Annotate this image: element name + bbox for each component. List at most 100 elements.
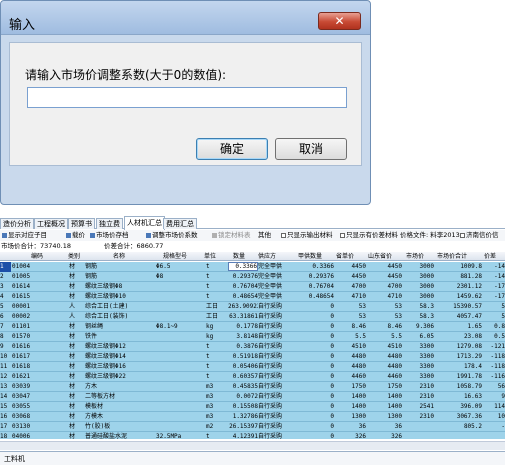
header-market-price[interactable]: 市场价 (406, 252, 424, 261)
header-unit[interactable]: 单位 (204, 252, 216, 261)
cell-code[interactable]: 01004 (12, 262, 50, 272)
cell-total[interactable]: 15390.57 (436, 302, 482, 312)
cell-no[interactable]: 10 (0, 352, 11, 362)
table-row[interactable]: 11 01618 材螺纹三级钢Φ16 t 0.05406 自行采购 0 4480 4480 330… (0, 362, 505, 372)
cell-type[interactable]: 材 (69, 432, 83, 439)
cell-sd[interactable]: 1750 (368, 382, 402, 392)
cell-supplier[interactable]: 完全甲供 (258, 282, 298, 292)
cell-jia[interactable]: 0 (298, 352, 334, 362)
dialog-titlebar[interactable]: 输入 ✕ (1, 1, 370, 35)
cell-name[interactable]: 螺纹三级钢Φ14 (85, 352, 155, 362)
cell-sheng[interactable]: 4710 (336, 292, 366, 302)
cell-diff[interactable]: 9 (486, 392, 505, 402)
cell-market[interactable]: 3000 (402, 262, 434, 272)
cell-market[interactable]: 2310 (402, 412, 434, 422)
cell-diff[interactable]: -118 (486, 362, 505, 372)
cell-qty[interactable]: 0.3876 (228, 342, 258, 352)
cell-jia[interactable]: 0.48654 (298, 292, 334, 302)
cell-diff[interactable]: -14 (486, 262, 505, 272)
cell-total[interactable]: 805.2 (436, 422, 482, 432)
cell-qty[interactable]: 1.32786 (228, 412, 258, 422)
cell-type[interactable]: 材 (69, 322, 83, 332)
cell-sd[interactable]: 4480 (368, 352, 402, 362)
cell-diff[interactable]: -17 (486, 282, 505, 292)
cancel-button[interactable]: 取消 (275, 138, 347, 160)
cell-qty[interactable]: 0.45835 (228, 382, 258, 392)
cell-jia[interactable]: 0 (298, 312, 334, 322)
cell-sd[interactable]: 5.5 (368, 332, 402, 342)
cell-type[interactable]: 材 (69, 422, 83, 432)
cell-name[interactable]: 方木 (85, 382, 155, 392)
cell-code[interactable]: 00001 (12, 302, 50, 312)
other-menu[interactable]: 其他 (258, 230, 271, 241)
cell-jia[interactable]: 0 (298, 382, 334, 392)
cell-supplier[interactable]: 自行采购 (258, 412, 298, 422)
cell-type[interactable]: 材 (69, 262, 83, 272)
cell-diff[interactable]: 5 (486, 312, 505, 322)
header-market-total[interactable]: 市场价合计 (437, 252, 467, 261)
cell-no[interactable]: 6 (0, 312, 11, 322)
cell-total[interactable]: 1991.78 (436, 372, 482, 382)
cell-code[interactable]: 01621 (12, 372, 50, 382)
tab-material-summary[interactable]: 人材机汇总 (124, 216, 165, 230)
cell-diff[interactable]: -14 (486, 272, 505, 282)
header-diff[interactable]: 价差 (484, 252, 496, 261)
header-province-price[interactable]: 省单价 (336, 252, 354, 261)
cell-unit[interactable]: m3 (206, 412, 226, 422)
cell-no[interactable]: 5 (0, 302, 11, 312)
cell-sd[interactable]: 1300 (368, 412, 402, 422)
cell-qty[interactable]: 3.8148 (228, 332, 258, 342)
cell-market[interactable]: 58.3 (402, 302, 434, 312)
cell-total[interactable]: 23.08 (436, 332, 482, 342)
cell-sd[interactable]: 4700 (368, 282, 402, 292)
cell-unit[interactable]: 工日 (206, 312, 226, 322)
cell-code[interactable]: 01617 (12, 352, 50, 362)
table-row[interactable]: 16 03068 材方模木 m3 1.32786 自行采购 0 1300 1300 2310 306… (0, 412, 505, 422)
cell-name[interactable]: 钢筋 (85, 262, 155, 272)
table-row[interactable]: 12 01621 材螺纹三级钢Φ22 t 0.60357 自行采购 0 4460 4460 330… (0, 372, 505, 382)
cell-no[interactable]: 7 (0, 322, 11, 332)
table-row[interactable]: 15 03055 材模板材 m3 0.15508 自行采购 0 1400 1400 2541 396… (0, 402, 505, 412)
cell-unit[interactable]: m3 (206, 392, 226, 402)
cell-market[interactable]: 3300 (402, 352, 434, 362)
cell-diff[interactable]: -121 (486, 342, 505, 352)
cell-sd[interactable]: 4450 (368, 262, 402, 272)
cell-market[interactable]: 2310 (402, 382, 434, 392)
cell-sheng[interactable]: 36 (336, 422, 366, 432)
cell-total[interactable]: 1713.29 (436, 352, 482, 362)
cell-unit[interactable]: t (206, 272, 226, 282)
cell-type[interactable]: 材 (69, 342, 83, 352)
cell-sd[interactable]: 1400 (368, 402, 402, 412)
cell-supplier[interactable]: 自行采购 (258, 372, 298, 382)
cell-qty[interactable]: 26.15397 (228, 422, 258, 432)
cell-name[interactable]: 模板材 (85, 402, 155, 412)
cell-diff[interactable]: -116 (486, 372, 505, 382)
cell-sd[interactable]: 4510 (368, 342, 402, 352)
table-row[interactable]: 14 03047 材二等板方材 m3 0.0072 自行采购 0 1400 1400 2310 16… (0, 392, 505, 402)
cell-type[interactable]: 材 (69, 292, 83, 302)
cell-total[interactable]: 178.4 (436, 362, 482, 372)
cell-unit[interactable]: m3 (206, 402, 226, 412)
cell-name[interactable]: 螺纹三级钢Φ10 (85, 292, 155, 302)
cell-sheng[interactable]: 8.46 (336, 322, 366, 332)
cell-supplier[interactable]: 自行采购 (258, 342, 298, 352)
cell-no[interactable]: 3 (0, 282, 11, 292)
cell-sheng[interactable]: 4700 (336, 282, 366, 292)
cell-supplier[interactable]: 自行采购 (258, 312, 298, 322)
cell-unit[interactable]: 工日 (206, 302, 226, 312)
cell-sheng[interactable]: 4450 (336, 272, 366, 282)
cell-supplier[interactable]: 自行采购 (258, 402, 298, 412)
cell-type[interactable]: 人 (69, 312, 83, 322)
cell-name[interactable]: 综合工日(土建) (85, 302, 155, 312)
cell-supplier[interactable]: 完全甲供 (258, 262, 298, 272)
cell-qty[interactable]: 0.76704 (228, 282, 258, 292)
cell-name[interactable]: 铁件 (85, 332, 155, 342)
cell-jia[interactable]: 0.29376 (298, 272, 334, 282)
cell-name[interactable]: 螺纹三级钢Φ22 (85, 372, 155, 382)
cell-diff[interactable]: 0.8 (486, 322, 505, 332)
cell-code[interactable]: 01615 (12, 292, 50, 302)
cell-no[interactable]: 18 (0, 432, 11, 439)
cell-type[interactable]: 材 (69, 392, 83, 402)
cell-type[interactable]: 材 (69, 352, 83, 362)
cell-diff[interactable]: -17 (486, 292, 505, 302)
